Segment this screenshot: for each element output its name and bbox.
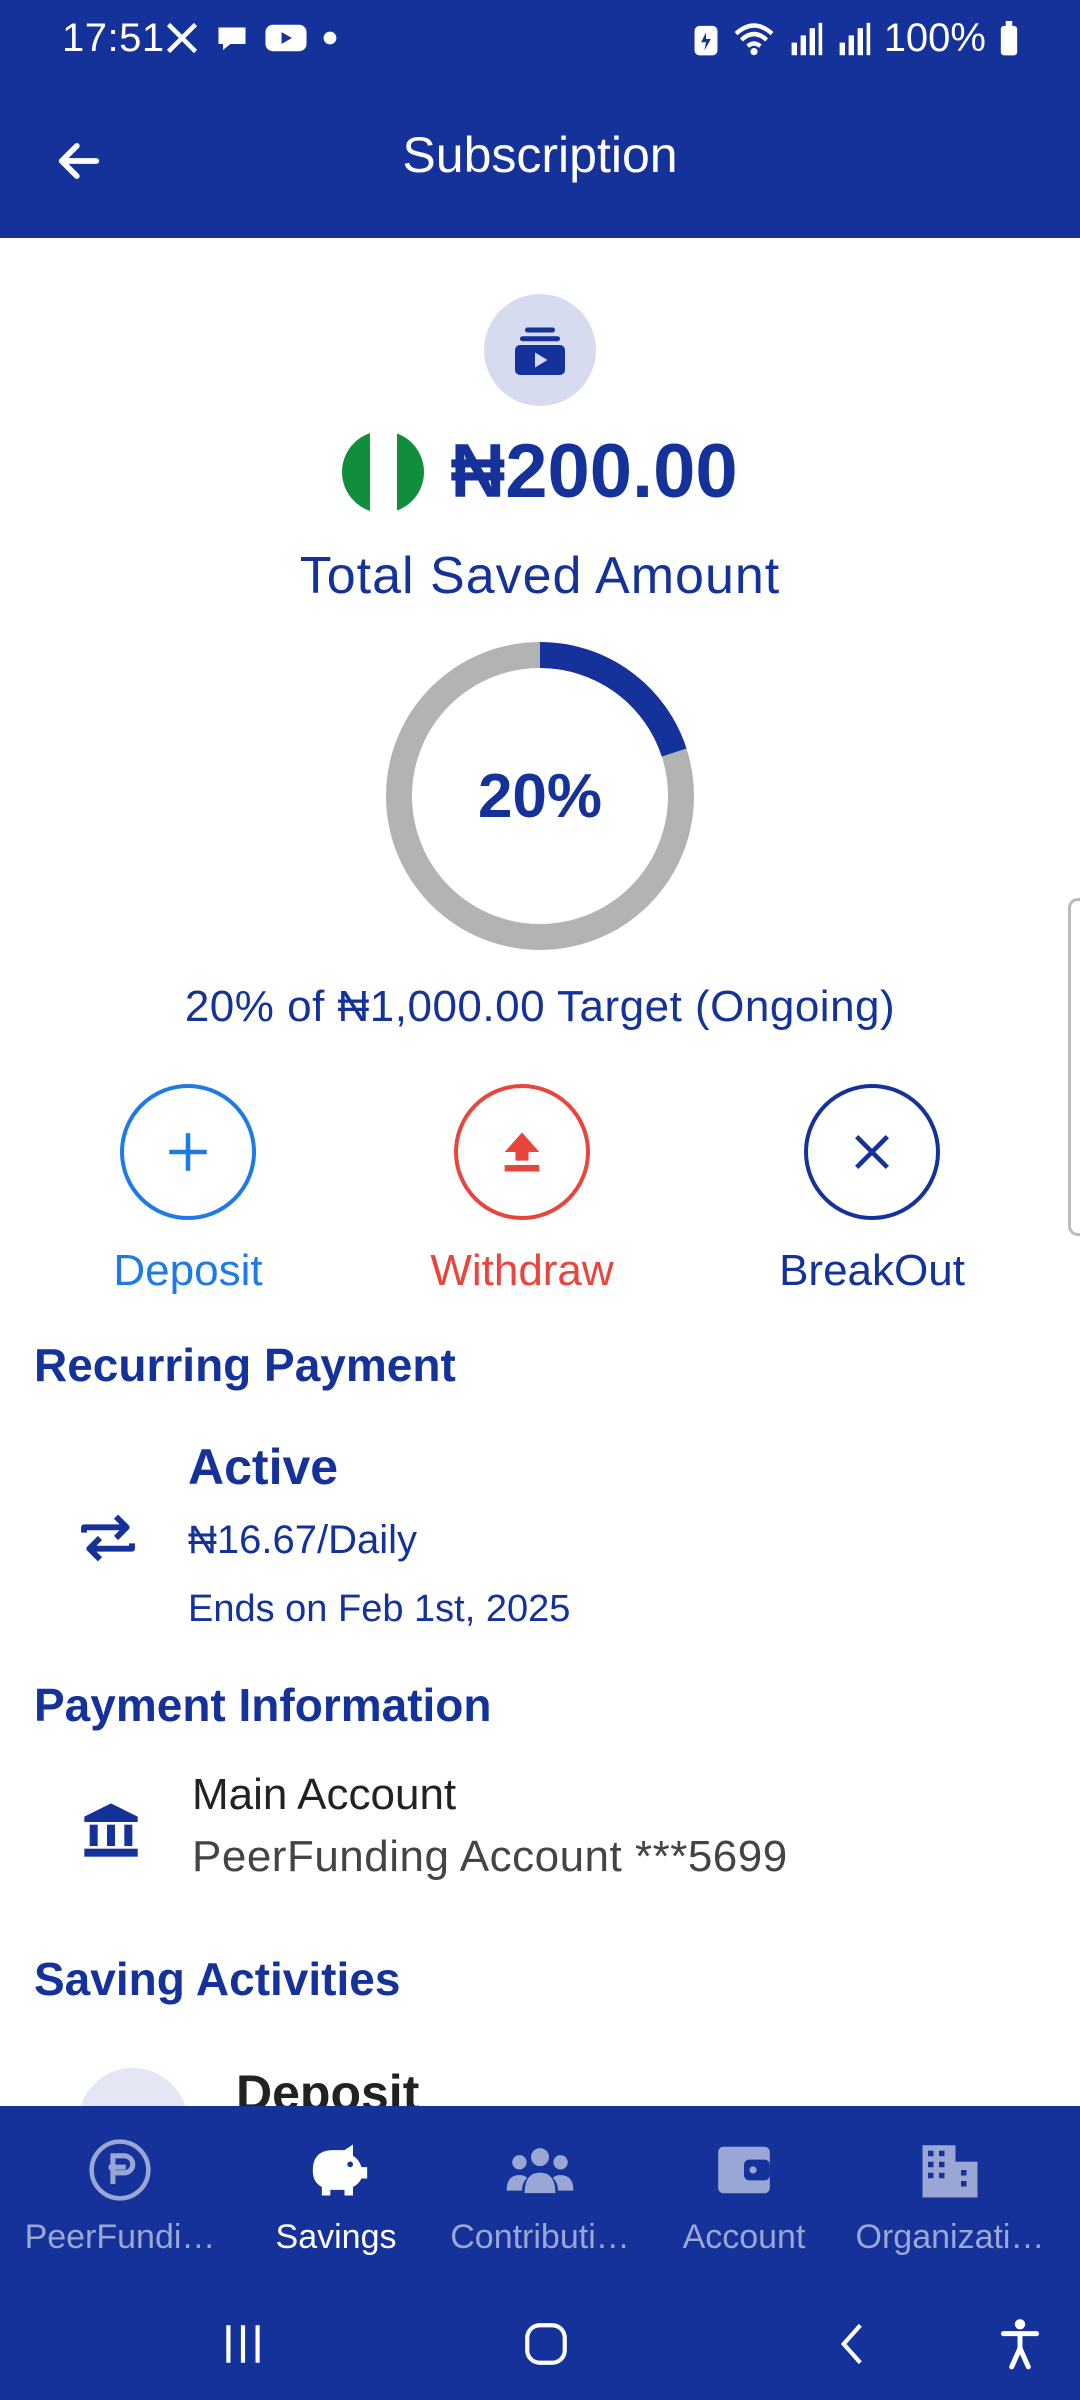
bank-icon <box>84 1803 138 1857</box>
edge-panel-handle[interactable] <box>1068 898 1080 1236</box>
withdraw-label: Withdraw <box>430 1246 614 1295</box>
subscription-badge <box>484 294 596 406</box>
x-icon <box>166 22 198 54</box>
system-navigation-bar <box>0 2286 1080 2400</box>
total-saved-label: Total Saved Amount <box>299 547 781 605</box>
recurring-status: Active <box>188 1439 339 1495</box>
breakout-label: BreakOut <box>779 1246 965 1295</box>
dot-icon <box>323 31 337 45</box>
breakout-button[interactable] <box>804 1084 940 1220</box>
wallet-icon <box>718 2146 770 2194</box>
activity-item-title[interactable]: Deposit <box>236 2064 419 2106</box>
page-title: Subscription <box>402 127 678 183</box>
nav-label: Organizati… <box>855 2218 1045 2256</box>
deposit-action[interactable]: Deposit <box>68 1084 308 1296</box>
nav-item-savings[interactable]: Savings <box>228 2106 444 2286</box>
users-group-icon <box>506 2148 574 2194</box>
plus-icon <box>169 1133 207 1171</box>
nav-label: Savings <box>275 2218 397 2256</box>
nav-item-peerfunding[interactable]: PeerFundi… <box>12 2106 228 2286</box>
breakout-action[interactable]: BreakOut <box>752 1084 992 1296</box>
total-saved-amount: ₦200.00 <box>450 429 738 514</box>
repeat-icon <box>81 1514 135 1562</box>
battery-percent: 100% <box>883 16 986 60</box>
system-status-icons: 100% <box>692 16 1020 61</box>
saving-activities-heading: Saving Activities <box>34 1953 401 2005</box>
recurring-payment-heading: Recurring Payment <box>34 1339 456 1391</box>
piggy-bank-icon <box>312 2144 368 2196</box>
notification-icons <box>164 20 338 56</box>
action-buttons: Deposit Withdraw BreakOut <box>0 1084 1080 1324</box>
total-amount-row: ₦200.00 <box>0 428 1080 515</box>
status-time: 17:51 <box>62 16 165 60</box>
system-back-button[interactable] <box>822 2312 882 2376</box>
nav-label: Account <box>682 2218 806 2256</box>
signal-icon <box>791 22 822 55</box>
chat-icon <box>218 27 246 50</box>
progress-percent: 20% <box>477 761 603 831</box>
close-icon <box>855 1135 889 1169</box>
recurring-amount: ₦16.67/Daily <box>188 1518 418 1562</box>
home-icon <box>525 2323 567 2365</box>
accessibility-button[interactable] <box>990 2312 1050 2376</box>
nigeria-flag <box>342 430 425 513</box>
home-button[interactable] <box>512 2312 580 2376</box>
upload-arrow-icon <box>504 1132 540 1172</box>
payment-account-name: Main Account <box>192 1770 457 1819</box>
payment-account-detail: PeerFunding Account ***5699 <box>192 1832 788 1881</box>
nav-item-account[interactable]: Account <box>636 2106 852 2286</box>
activity-avatar <box>78 2068 188 2106</box>
battery-icon <box>1000 20 1018 55</box>
youtube-icon <box>265 24 307 52</box>
status-bar: 17:51 100% <box>0 0 1080 80</box>
nav-item-contributions[interactable]: Contributi… <box>432 2106 648 2286</box>
battery-saver-icon <box>694 25 718 55</box>
withdraw-action[interactable]: Withdraw <box>402 1084 642 1296</box>
wifi-icon <box>734 22 774 55</box>
back-icon <box>840 2323 862 2365</box>
app-bar: Subscription <box>0 80 1080 238</box>
recurring-end-date: Ends on Feb 1st, 2025 <box>188 1588 571 1630</box>
deposit-button[interactable] <box>120 1084 256 1220</box>
building-icon <box>922 2145 978 2198</box>
withdraw-button[interactable] <box>454 1084 590 1220</box>
payment-information-heading: Payment Information <box>34 1679 492 1731</box>
signal-icon <box>839 22 870 55</box>
accessibility-icon <box>1000 2319 1040 2370</box>
bottom-navigation: PeerFundi… Savings Contributi… Account O… <box>0 2106 1080 2286</box>
nav-item-organizations[interactable]: Organizati… <box>842 2106 1058 2286</box>
target-progress-text: 20% of ₦1,000.00 Target (Ongoing) <box>184 982 896 1031</box>
nav-label: PeerFundi… <box>24 2218 216 2256</box>
peerfunding-logo-icon <box>89 2139 151 2201</box>
deposit-label: Deposit <box>113 1246 263 1295</box>
recents-button[interactable] <box>210 2312 276 2376</box>
nav-label: Contributi… <box>450 2218 630 2256</box>
recents-icon <box>226 2325 260 2363</box>
subscription-stack-icon <box>515 327 565 375</box>
subscription-detail[interactable]: ₦200.00 Total Saved Amount 20% 20% of ₦1… <box>0 238 1080 2106</box>
